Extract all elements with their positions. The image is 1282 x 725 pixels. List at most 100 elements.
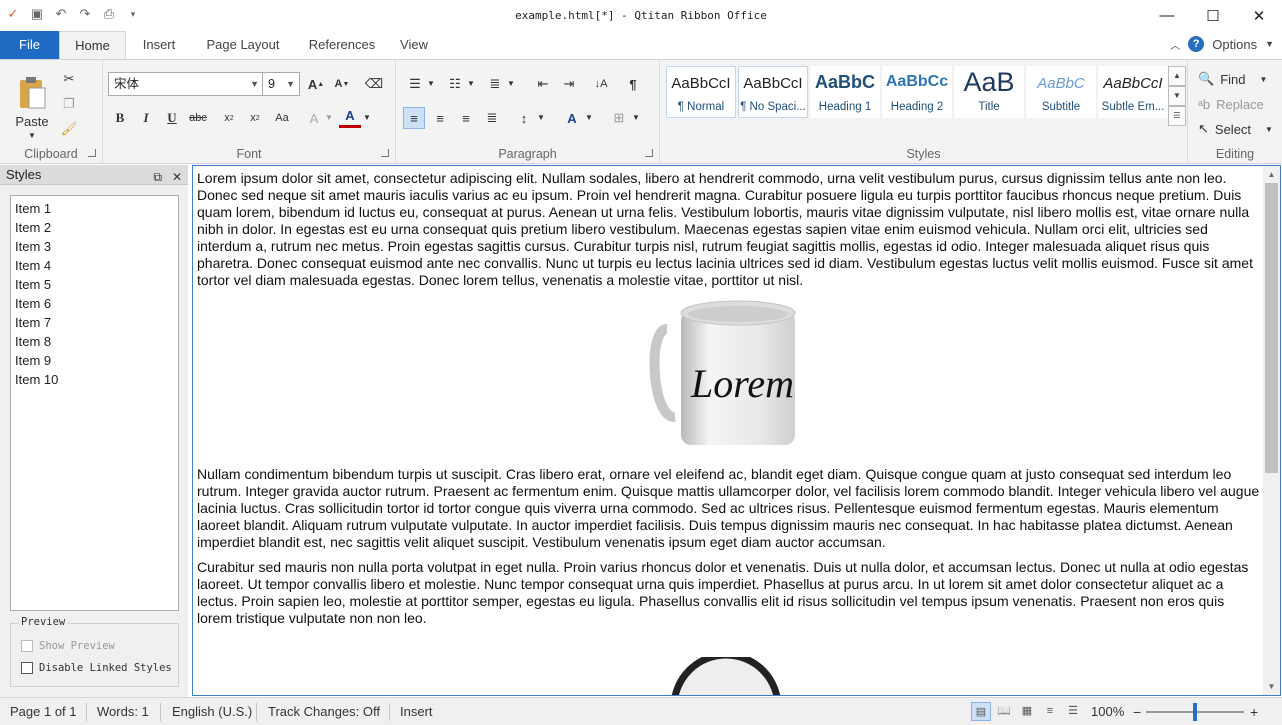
format-painter-icon[interactable]: 🖌: [58, 118, 80, 140]
list-item[interactable]: Item 8: [15, 332, 174, 351]
list-item[interactable]: Item 2: [15, 218, 174, 237]
paragraph-1[interactable]: Lorem ipsum dolor sit amet, consectetur …: [197, 170, 1263, 289]
gallery-up-icon[interactable]: ▲: [1168, 66, 1186, 86]
superscript-icon[interactable]: x2: [244, 107, 266, 129]
chevron-down-icon[interactable]: ▼: [427, 79, 435, 88]
style-normal[interactable]: AaBbCcI ¶ Normal: [666, 66, 736, 118]
zoom-slider-thumb[interactable]: [1193, 703, 1197, 721]
italic-icon[interactable]: I: [135, 107, 157, 129]
align-right-icon[interactable]: ≡: [455, 107, 477, 129]
maximize-icon[interactable]: ☐: [1190, 0, 1236, 31]
style-heading-2[interactable]: AaBbCc Heading 2: [882, 66, 952, 118]
clear-format-icon[interactable]: ⌫: [363, 73, 385, 95]
justify-icon[interactable]: ≣: [481, 107, 503, 129]
style-subtitle[interactable]: AaBbC Subtitle: [1026, 66, 1096, 118]
highlight-icon[interactable]: A: [303, 107, 325, 129]
zoom-level[interactable]: 100%: [1091, 704, 1124, 719]
chevron-down-icon[interactable]: ▼: [537, 113, 545, 122]
align-left-icon[interactable]: ≡: [403, 107, 425, 129]
show-marks-icon[interactable]: ¶: [622, 73, 644, 95]
list-item[interactable]: Item 6: [15, 294, 174, 313]
tab-insert[interactable]: Insert: [130, 31, 188, 59]
style-heading-1[interactable]: AaBbC Heading 1: [810, 66, 880, 118]
tab-references[interactable]: References: [300, 31, 384, 59]
list-item[interactable]: Item 7: [15, 313, 174, 332]
zoom-out-icon[interactable]: −: [1133, 704, 1141, 720]
chevron-down-icon[interactable]: ▼: [363, 113, 371, 122]
help-icon[interactable]: ?: [1188, 36, 1205, 52]
list-item[interactable]: Item 3: [15, 237, 174, 256]
insert-mode-indicator[interactable]: Insert: [400, 704, 433, 719]
align-center-icon[interactable]: ≡: [429, 107, 451, 129]
draft-icon[interactable]: ☰: [1063, 702, 1083, 721]
strikethrough-icon[interactable]: abc: [187, 107, 209, 129]
scroll-thumb[interactable]: [1265, 183, 1278, 473]
disable-linked-styles-checkbox[interactable]: Disable Linked Styles: [21, 662, 172, 674]
replace-button[interactable]: ᵃb Replace: [1198, 93, 1264, 115]
document-body[interactable]: Lorem ipsum dolor sit amet, consectetur …: [197, 170, 1263, 695]
float-pane-icon[interactable]: ⧉: [153, 167, 162, 187]
list-item[interactable]: Item 4: [15, 256, 174, 275]
document-editor[interactable]: Lorem ipsum dolor sit amet, consectetur …: [192, 165, 1281, 696]
close-pane-icon[interactable]: ✕: [172, 167, 182, 187]
word-count[interactable]: Words: 1: [97, 704, 149, 719]
page-indicator[interactable]: Page 1 of 1: [10, 704, 77, 719]
scroll-up-icon[interactable]: ▲: [1263, 166, 1280, 183]
track-changes-indicator[interactable]: Track Changes: Off: [268, 704, 380, 719]
show-preview-checkbox[interactable]: Show Preview: [21, 640, 115, 652]
close-icon[interactable]: ✕: [1236, 0, 1282, 31]
list-item[interactable]: Item 10: [15, 370, 174, 389]
chevron-down-icon[interactable]: ▼: [467, 79, 475, 88]
scroll-down-icon[interactable]: ▼: [1263, 678, 1280, 695]
paragraph-3[interactable]: Curabitur sed mauris non nulla porta vol…: [197, 559, 1263, 627]
gallery-down-icon[interactable]: ▼: [1168, 86, 1186, 106]
chevron-down-icon[interactable]: ▼: [632, 113, 640, 122]
style-no-spacing[interactable]: AaBbCcI ¶ No Spaci...: [738, 66, 808, 118]
full-screen-reading-icon[interactable]: 📖: [994, 702, 1014, 721]
style-title[interactable]: AaB Title: [954, 66, 1024, 118]
collapse-ribbon-icon[interactable]: ︿: [1170, 37, 1180, 52]
list-item[interactable]: Item 5: [15, 275, 174, 294]
numbering-icon[interactable]: ☷: [444, 73, 466, 95]
change-case-icon[interactable]: Aa: [271, 107, 293, 129]
list-item[interactable]: Item 9: [15, 351, 174, 370]
font-name-combo[interactable]: 宋体 ▼: [108, 72, 264, 96]
minimize-icon[interactable]: —: [1144, 0, 1190, 31]
bold-icon[interactable]: B: [109, 107, 131, 129]
multilevel-list-icon[interactable]: ≣: [484, 73, 506, 95]
zoom-slider[interactable]: [1146, 703, 1244, 721]
find-button[interactable]: 🔍 Find ▼: [1198, 68, 1267, 90]
shrink-font-icon[interactable]: A ▼: [331, 73, 353, 95]
chevron-down-icon[interactable]: ▼: [585, 113, 593, 122]
vertical-scrollbar[interactable]: ▲ ▼: [1263, 166, 1280, 695]
copy-icon[interactable]: ❐: [58, 93, 80, 115]
borders-icon[interactable]: ⊞: [608, 107, 630, 129]
tab-page-layout[interactable]: Page Layout: [197, 31, 289, 59]
decrease-indent-icon[interactable]: ⇤: [532, 73, 554, 95]
gallery-more-icon[interactable]: ☰: [1168, 106, 1186, 126]
print-layout-icon[interactable]: ▤: [971, 702, 991, 721]
underline-icon[interactable]: U: [161, 107, 183, 129]
tab-home[interactable]: Home: [59, 31, 126, 60]
select-button[interactable]: ↖ Select ▼: [1198, 118, 1273, 140]
subscript-icon[interactable]: x2: [218, 107, 240, 129]
language-indicator[interactable]: English (U.S.): [172, 704, 252, 719]
zoom-in-icon[interactable]: +: [1250, 704, 1258, 720]
outline-icon[interactable]: ≡: [1040, 702, 1060, 721]
increase-indent-icon[interactable]: ⇥: [558, 73, 580, 95]
styles-list[interactable]: Item 1 Item 2 Item 3 Item 4 Item 5 Item …: [10, 195, 179, 611]
text-effects-icon[interactable]: A: [561, 107, 583, 129]
tab-view[interactable]: View: [392, 31, 436, 59]
chevron-down-icon[interactable]: ▼: [325, 113, 333, 122]
cut-icon[interactable]: ✂: [58, 68, 80, 90]
sort-icon[interactable]: ↓A: [590, 73, 612, 95]
paragraph-2[interactable]: Nullam condimentum bibendum turpis ut su…: [197, 466, 1263, 551]
options-button[interactable]: Options: [1212, 37, 1257, 52]
font-color-icon[interactable]: A: [339, 106, 361, 128]
style-subtle-emphasis[interactable]: AaBbCcI Subtle Em...: [1098, 66, 1168, 118]
font-size-combo[interactable]: 9 ▼: [262, 72, 300, 96]
tab-file[interactable]: File: [0, 31, 59, 59]
line-spacing-icon[interactable]: ↕: [513, 107, 535, 129]
options-dropdown-icon[interactable]: ▼: [1265, 39, 1274, 49]
web-layout-icon[interactable]: ▦: [1017, 702, 1037, 721]
